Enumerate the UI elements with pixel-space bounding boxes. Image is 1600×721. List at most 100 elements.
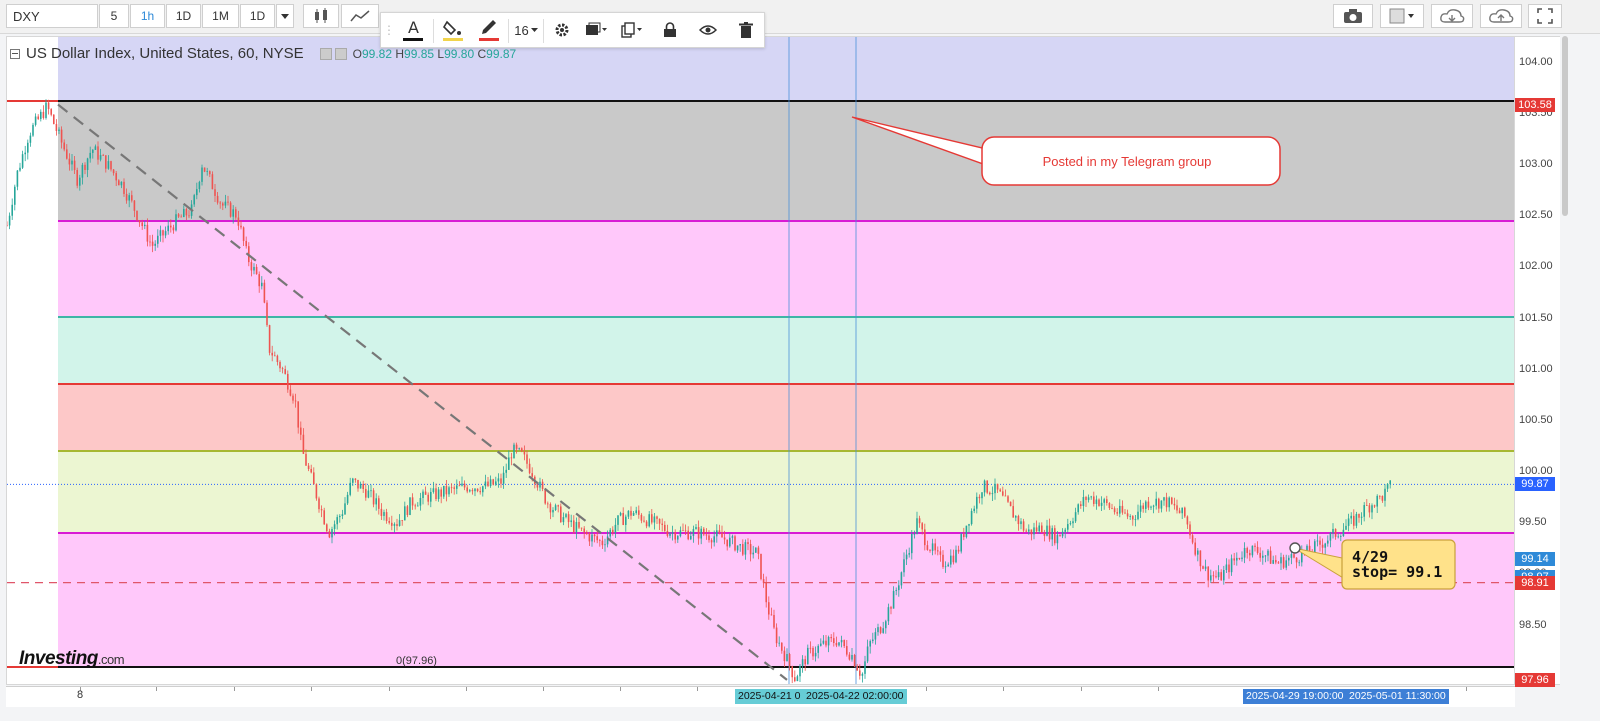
candle-body [1197, 550, 1199, 555]
price-chart[interactable] [7, 37, 1514, 684]
drag-handle-icon[interactable]: ⋮ [383, 13, 395, 47]
candle-body [653, 516, 656, 523]
candle-body [682, 530, 684, 532]
settings-button[interactable] [546, 13, 578, 47]
candle-body [1319, 540, 1321, 545]
delete-button[interactable] [730, 13, 762, 47]
price-axis[interactable]: 104.00 103.50 103.00 102.50 102.00 101.50 101.… [1515, 36, 1560, 687]
hide-button[interactable] [692, 13, 724, 47]
candle-body [188, 215, 190, 217]
candle-body [690, 535, 692, 540]
candle-body [175, 214, 177, 231]
candle-body [1132, 516, 1134, 520]
time-axis-flag: 2025-04-21 0 [735, 689, 805, 704]
legend-close-icon[interactable] [334, 47, 347, 60]
candle-style-button[interactable] [303, 4, 339, 28]
candle-body [315, 484, 318, 499]
save-chart-button[interactable] [1480, 4, 1522, 28]
candle-body [989, 492, 991, 495]
candle-body [422, 491, 424, 498]
page-scrollbar[interactable] [1562, 36, 1568, 216]
candle-body [723, 537, 726, 540]
legend-settings-icon[interactable] [319, 47, 332, 60]
symbol-input[interactable]: DXY [6, 4, 98, 28]
candle-body [1316, 540, 1319, 542]
candle-body [1124, 512, 1126, 514]
candle-body [1098, 499, 1100, 506]
candle-body [1342, 529, 1345, 537]
price-flag: 103.58 [1515, 97, 1555, 112]
line-color-button[interactable] [472, 13, 506, 47]
visual-order-button[interactable] [580, 13, 612, 47]
interval-dropdown-button[interactable] [276, 4, 294, 28]
lock-button[interactable] [654, 13, 686, 47]
candle-body [658, 518, 661, 524]
candle-body [359, 483, 362, 489]
interval-5-button[interactable]: 5 [99, 4, 129, 28]
indicators-button[interactable] [341, 4, 379, 28]
candle-body [677, 536, 679, 540]
candle-body [240, 225, 242, 228]
candle-body [505, 469, 507, 473]
candle-body [1223, 570, 1225, 581]
candle-body [1189, 524, 1191, 536]
candle-body [50, 109, 52, 115]
candle-body [1202, 566, 1204, 569]
candle-body [268, 325, 271, 353]
candle-body [1243, 547, 1246, 558]
candle-body [664, 524, 666, 531]
candle-body [978, 496, 981, 499]
candle-body [375, 498, 377, 505]
candle-body [118, 180, 120, 186]
interval-1h-button[interactable]: 1h [130, 4, 165, 28]
candle-body [1046, 525, 1048, 536]
snapshot-button[interactable] [1333, 4, 1373, 28]
interval-1d-alt-button[interactable]: 1D [240, 4, 275, 28]
time-axis-tickmark [466, 687, 467, 691]
candle-body [458, 485, 461, 487]
candle-body [905, 554, 908, 560]
candle-body [599, 540, 601, 541]
interval-1d-button[interactable]: 1D [166, 4, 201, 28]
candle-body [180, 216, 182, 218]
clone-button[interactable] [616, 13, 648, 47]
close-value: 99.87 [486, 46, 517, 61]
candle-body [869, 641, 871, 647]
fullscreen-button[interactable] [1528, 4, 1562, 28]
candle-body [128, 195, 130, 201]
candle-body [154, 243, 156, 246]
chart-pane[interactable]: US Dollar Index, United States, 60, NYSE… [6, 36, 1515, 685]
candle-body [1215, 576, 1217, 578]
load-chart-button[interactable] [1431, 4, 1473, 28]
candle-body [1041, 525, 1043, 533]
candle-body [625, 516, 627, 525]
fill-color-button[interactable] [436, 13, 470, 47]
interval-1m-button[interactable]: 1M [202, 4, 239, 28]
candle-body [632, 513, 635, 516]
candle-body [762, 579, 765, 583]
candle-body [131, 195, 133, 201]
collapse-legend-icon[interactable] [10, 48, 20, 59]
layout-button[interactable] [1380, 4, 1424, 28]
candle-body [999, 489, 1001, 492]
candle-body [42, 111, 45, 118]
candle-body [34, 116, 37, 125]
time-axis-tickmark [697, 687, 698, 691]
candle-body [786, 654, 788, 662]
candle-body [1061, 531, 1064, 537]
candle-body [833, 638, 835, 643]
candle-body [827, 637, 830, 646]
candle-body [1332, 528, 1334, 533]
candle-body [1272, 560, 1274, 564]
candle-body [170, 225, 172, 228]
candle-body [1353, 515, 1355, 526]
candle-body [661, 523, 663, 525]
text-color-button[interactable]: A [396, 13, 430, 47]
candle-body [110, 161, 112, 170]
candle-body [76, 170, 78, 186]
time-axis[interactable]: 8 2025-04-21 0 2025-04-22 02:00:00 2025-… [6, 686, 1515, 707]
price-axis-label: 100.00 [1519, 465, 1553, 478]
candle-body [1043, 532, 1046, 536]
font-size-select[interactable]: 16 [511, 13, 541, 47]
candle-body [1358, 513, 1360, 518]
